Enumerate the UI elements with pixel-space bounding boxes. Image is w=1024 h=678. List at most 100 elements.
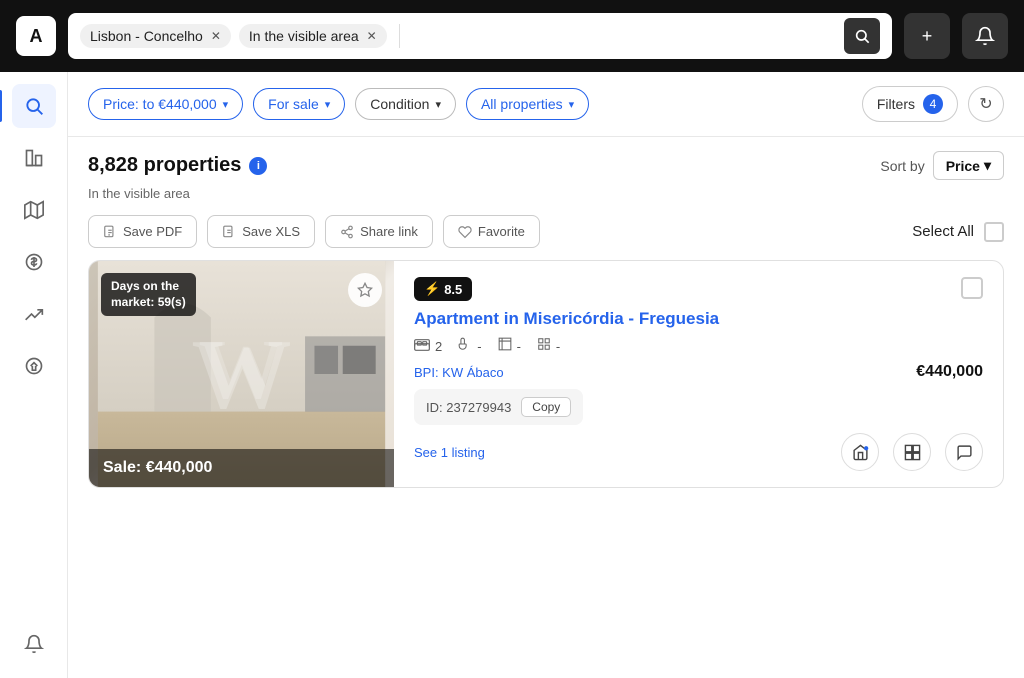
favorite-star-button[interactable] — [348, 273, 382, 307]
main-layout: Price: to €440,000 ▾ For sale ▾ Conditio… — [0, 72, 1024, 678]
compare-action-button[interactable] — [893, 433, 931, 471]
notifications-button[interactable] — [962, 13, 1008, 59]
search-bar: Lisbon - Concelho ✕ In the visible area … — [68, 13, 892, 59]
home-action-button[interactable] — [841, 433, 879, 471]
svg-text:W: W — [199, 323, 284, 417]
save-xls-button[interactable]: Save XLS — [207, 215, 315, 248]
share-link-label: Share link — [360, 224, 418, 239]
sort-value-text: Price — [946, 158, 980, 174]
area-icon — [498, 337, 512, 355]
beds-value: 2 — [435, 339, 442, 354]
card-details: ⚡ 8.5 Apartment in Misericórdia - Fregue… — [394, 261, 1003, 487]
results-header: 8,828 properties i Sort by Price ▾ — [68, 137, 1024, 184]
favorite-label: Favorite — [478, 224, 525, 239]
tag-visible-label: In the visible area — [249, 28, 359, 44]
save-pdf-button[interactable]: Save PDF — [88, 215, 197, 248]
property-card: W Days on the market: 59(s) Sale: €440,0… — [88, 260, 1004, 488]
tag-visible-close[interactable]: ✕ — [367, 29, 377, 43]
score-badge: ⚡ 8.5 — [414, 277, 472, 301]
save-pdf-label: Save PDF — [123, 224, 182, 239]
action-bar: Save PDF Save XLS Share link Favorite Se… — [68, 211, 1024, 260]
bath-icon — [458, 337, 472, 355]
sale-filter-chevron: ▾ — [325, 98, 331, 111]
listing-price: €440,000 — [916, 363, 983, 381]
sale-filter-label: For sale — [268, 96, 319, 112]
sidebar-item-bell[interactable] — [12, 622, 56, 666]
price-filter-button[interactable]: Price: to €440,000 ▾ — [88, 88, 243, 120]
search-tag-visible[interactable]: In the visible area ✕ — [239, 24, 387, 48]
sale-filter-button[interactable]: For sale ▾ — [253, 88, 345, 120]
sort-value-button[interactable]: Price ▾ — [933, 151, 1004, 180]
content-area: Price: to €440,000 ▾ For sale ▾ Conditio… — [68, 72, 1024, 678]
logo-button[interactable]: A — [16, 16, 56, 56]
property-image-wrap: W Days on the market: 59(s) Sale: €440,0… — [89, 261, 394, 487]
spec-area: - — [498, 337, 521, 355]
see-listing-link[interactable]: See 1 listing — [414, 445, 485, 460]
search-divider — [399, 24, 400, 48]
all-properties-filter-chevron: ▾ — [569, 98, 575, 111]
listing-id: ID: 237279943 — [426, 400, 511, 415]
select-all-checkbox[interactable] — [984, 222, 1004, 242]
chat-action-button[interactable] — [945, 433, 983, 471]
grid-icon — [537, 337, 551, 355]
card-actions-row: See 1 listing — [414, 433, 983, 471]
card-select-checkbox[interactable] — [961, 277, 983, 299]
beds-icon — [414, 338, 430, 355]
spec-bath: - — [458, 337, 481, 355]
top-nav: A Lisbon - Concelho ✕ In the visible are… — [0, 0, 1024, 72]
tag-lisbon-close[interactable]: ✕ — [211, 29, 221, 43]
favorite-button[interactable]: Favorite — [443, 215, 540, 248]
results-subtitle: In the visible area — [68, 184, 1024, 211]
bath-value: - — [477, 339, 481, 354]
results-count: 8,828 properties — [88, 154, 241, 177]
refresh-button[interactable]: ↻ — [968, 86, 1004, 122]
info-icon[interactable]: i — [249, 157, 267, 175]
lightning-icon: ⚡ — [424, 281, 440, 297]
sort-label: Sort by — [880, 158, 924, 174]
add-button[interactable]: + — [904, 13, 950, 59]
days-line2: market: 59(s) — [111, 295, 186, 309]
sort-chevron: ▾ — [984, 157, 991, 174]
save-xls-label: Save XLS — [242, 224, 300, 239]
sort-control: Sort by Price ▾ — [880, 151, 1004, 180]
sidebar-item-home-circle[interactable] — [12, 344, 56, 388]
price-filter-label: Price: to €440,000 — [103, 96, 217, 112]
select-all-area: Select All — [912, 222, 1004, 242]
filters-label: Filters — [877, 96, 915, 112]
property-title[interactable]: Apartment in Misericórdia - Freguesia — [414, 309, 983, 329]
search-icon[interactable] — [844, 18, 880, 54]
filters-count-badge: 4 — [923, 94, 943, 114]
card-action-icons — [841, 433, 983, 471]
sidebar-item-search[interactable] — [12, 84, 56, 128]
grid-value: - — [556, 339, 560, 354]
property-specs: 2 - - — [414, 337, 983, 355]
spec-beds: 2 — [414, 338, 442, 355]
results-title: 8,828 properties i — [88, 154, 267, 177]
sidebar-item-buildings[interactable] — [12, 136, 56, 180]
condition-filter-button[interactable]: Condition ▾ — [355, 88, 456, 120]
condition-filter-label: Condition — [370, 96, 429, 112]
select-all-label: Select All — [912, 223, 974, 240]
sidebar — [0, 72, 68, 678]
id-row: ID: 237279943 Copy — [414, 389, 583, 425]
score-value: 8.5 — [444, 282, 462, 297]
filters-button[interactable]: Filters 4 — [862, 86, 958, 122]
all-properties-filter-label: All properties — [481, 96, 563, 112]
share-link-button[interactable]: Share link — [325, 215, 433, 248]
copy-id-button[interactable]: Copy — [521, 397, 571, 417]
sidebar-item-trend[interactable] — [12, 292, 56, 336]
days-line1: Days on the — [111, 279, 179, 293]
all-properties-filter-button[interactable]: All properties ▾ — [466, 88, 589, 120]
agent-name[interactable]: BPI: KW Ábaco — [414, 365, 504, 380]
id-row-group: ID: 237279943 Copy — [414, 389, 983, 425]
condition-filter-chevron: ▾ — [435, 98, 441, 111]
spec-grid: - — [537, 337, 560, 355]
days-on-market-badge: Days on the market: 59(s) — [101, 273, 196, 316]
results-title-group: 8,828 properties i — [88, 154, 267, 177]
search-tag-lisbon[interactable]: Lisbon - Concelho ✕ — [80, 24, 231, 48]
sidebar-item-dollar[interactable] — [12, 240, 56, 284]
sidebar-item-map[interactable] — [12, 188, 56, 232]
agent-price-row: BPI: KW Ábaco €440,000 — [414, 363, 983, 381]
area-value: - — [517, 339, 521, 354]
refresh-icon: ↻ — [979, 94, 992, 114]
